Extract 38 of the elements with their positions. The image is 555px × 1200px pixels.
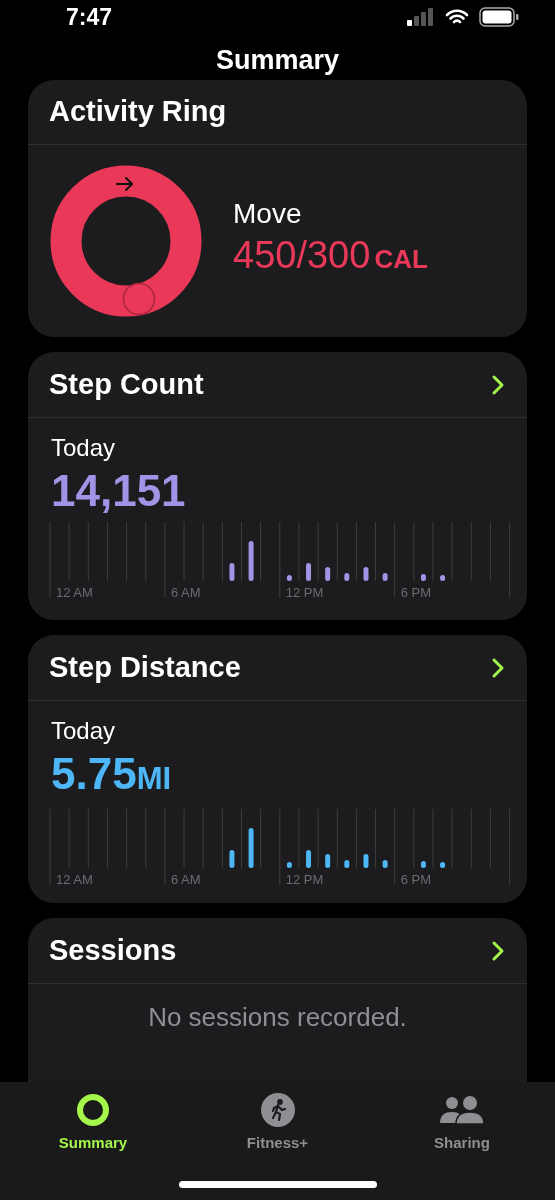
axis-label: 12 AM bbox=[56, 585, 93, 600]
metric-card[interactable]: Step Count Today 14,151 12 AM 6 AM 12 PM 6 PM bbox=[28, 352, 527, 620]
status-time: 7:47 bbox=[66, 3, 113, 32]
runner-icon bbox=[260, 1093, 295, 1127]
people-icon bbox=[439, 1095, 485, 1125]
tab[interactable]: Fitness+ bbox=[222, 1092, 333, 1155]
card-title: Sessions bbox=[49, 932, 177, 968]
chevron-icon bbox=[491, 939, 505, 962]
period-label: Today bbox=[51, 716, 117, 746]
axis-label: 6 AM bbox=[170, 585, 201, 600]
chevron-icon bbox=[491, 656, 505, 679]
chevron-icon bbox=[491, 373, 505, 396]
metric-card[interactable]: Step Distance Today 5.75MI 12 AM 6 AM 12 PM 6 PM bbox=[28, 635, 527, 903]
metric-value: 5.75 bbox=[51, 749, 137, 799]
battery-icon bbox=[479, 7, 519, 28]
axis-label: 12 PM bbox=[285, 871, 324, 887]
activity-ring-icon bbox=[49, 164, 203, 318]
move-value: 450/300 bbox=[233, 235, 371, 275]
card-title: Activity Ring bbox=[49, 94, 227, 130]
sessions-card[interactable]: Sessions No sessions recorded. bbox=[28, 918, 527, 1082]
axis-label: 6 PM bbox=[400, 871, 432, 887]
axis-label: 6 AM bbox=[170, 871, 201, 887]
period-label: Today bbox=[51, 433, 117, 463]
axis-label: 6 PM bbox=[400, 585, 432, 600]
ring-icon bbox=[76, 1093, 110, 1127]
card-title: Step Count bbox=[49, 366, 204, 402]
card-title: Step Distance bbox=[49, 649, 241, 685]
tab[interactable]: Sharing bbox=[407, 1092, 517, 1155]
move-label: Move bbox=[233, 197, 303, 231]
empty-message: No sessions recorded. bbox=[148, 1001, 407, 1034]
page-title: Summary bbox=[215, 43, 340, 77]
axis-label: 12 PM bbox=[285, 585, 324, 600]
axis-label: 12 AM bbox=[56, 871, 93, 887]
tab[interactable]: Summary bbox=[38, 1092, 148, 1155]
metric-value: 14,151 bbox=[51, 466, 186, 516]
metric-unit: MI bbox=[136, 760, 172, 798]
move-unit: CAL bbox=[374, 243, 428, 276]
signal-icon bbox=[407, 8, 435, 27]
